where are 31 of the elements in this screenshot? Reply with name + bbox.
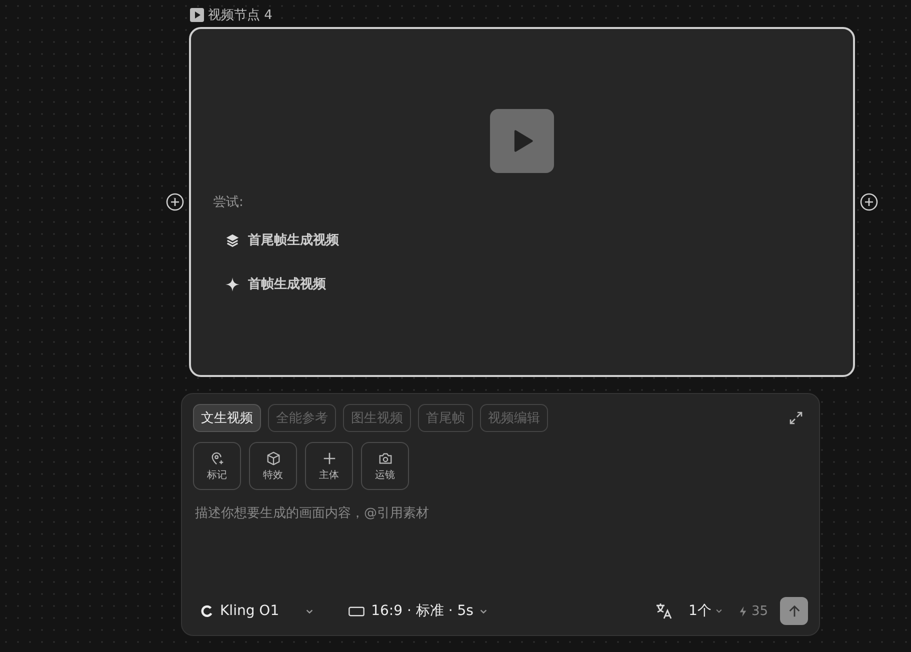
tool-button[interactable]: 主体	[305, 442, 353, 490]
suggestion-item[interactable]: 首帧生成视频	[213, 269, 338, 299]
model-dropdown[interactable]: Kling O1	[193, 599, 320, 623]
model-logo-icon	[199, 604, 214, 618]
prompt-field[interactable]: 描述你想要生成的画面内容，@引用素材	[193, 500, 808, 597]
tool-button[interactable]: 标记	[193, 442, 241, 490]
count-dropdown[interactable]: 1个	[684, 598, 728, 624]
mode-tab[interactable]: 文生视频	[193, 404, 261, 432]
plus-icon	[322, 450, 336, 466]
chevron-down-icon	[715, 607, 724, 615]
lightning-icon	[739, 606, 748, 616]
arrow-up-icon	[786, 604, 802, 618]
try-label: 尝试:	[213, 194, 244, 211]
camera-icon	[378, 450, 392, 466]
sparkle-icon	[225, 276, 240, 292]
settings-dropdown[interactable]: 16:9 · 标准 · 5s	[342, 598, 494, 624]
send-button[interactable]	[780, 597, 808, 625]
tool-button[interactable]: 特效	[249, 442, 297, 490]
credit-cost: 35	[751, 604, 768, 618]
suggestion-item[interactable]: 首尾帧生成视频	[213, 225, 351, 255]
pin-icon	[210, 450, 224, 466]
layers-icon	[225, 232, 240, 248]
play-icon	[190, 8, 204, 22]
tool-button[interactable]: 运镜	[361, 442, 409, 490]
play-button[interactable]	[490, 109, 554, 173]
cube-icon	[266, 450, 280, 466]
add-input-button[interactable]	[166, 193, 184, 211]
aspect-ratio-icon	[348, 606, 366, 616]
add-output-button[interactable]	[860, 193, 878, 211]
node-title: 视频节点 4	[208, 7, 272, 24]
prompt-panel[interactable]: 文生视频 全能参考 图生视频 首尾帧 视频编辑 标记 特效 主体 运镜 描述你想要生成的画面内容，@引用素材 Kling O1 16:9 · 标准 · 5s 1个 35	[181, 393, 820, 636]
